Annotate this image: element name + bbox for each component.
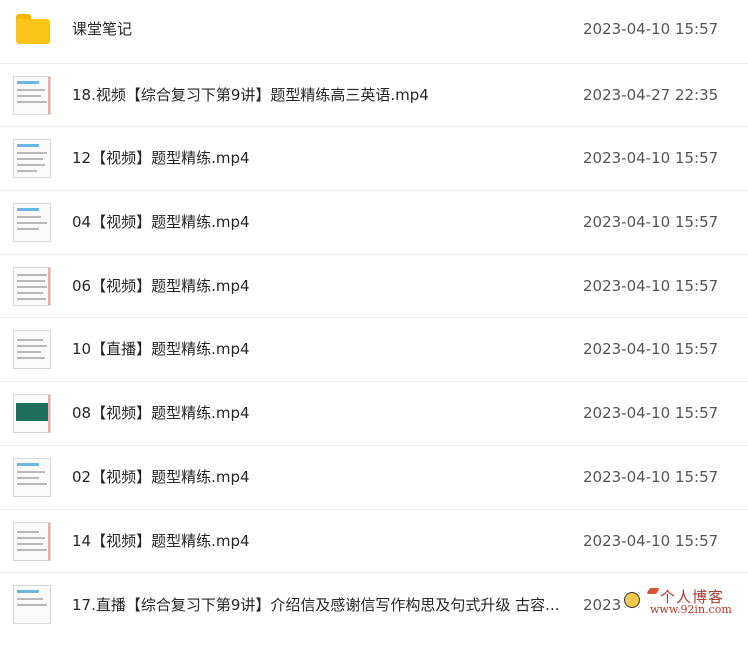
list-item[interactable]: 02【视频】题型精练.mp4 2023-04-10 15:57 (0, 446, 748, 510)
list-item[interactable]: 10【直播】题型精练.mp4 2023-04-10 15:57 (0, 318, 748, 383)
file-date: 2023-04-10 15:57 (583, 149, 719, 168)
file-date: 2023-04-27 22:35 (583, 85, 719, 104)
file-name: 10【直播】题型精练.mp4 (72, 340, 250, 359)
video-thumbnail-icon (13, 139, 51, 179)
video-thumbnail-icon (13, 521, 51, 561)
video-thumbnail-icon (13, 457, 51, 497)
file-date: 2023-04-10 15:57 (583, 276, 719, 295)
file-date: 2023 (583, 596, 622, 615)
bird-icon (646, 588, 660, 594)
file-date: 2023-04-10 15:57 (583, 467, 719, 486)
folder-icon (16, 14, 50, 44)
list-item[interactable]: 08【视频】题型精练.mp4 2023-04-10 15:57 (0, 382, 748, 446)
file-list: 课堂笔记 2023-04-10 15:57 18.视频【综合复习下第9讲】题型精… (0, 0, 748, 637)
watermark-logo: 个人博客 www.92in.com (620, 586, 748, 619)
file-name: 08【视频】题型精练.mp4 (72, 404, 250, 423)
list-item[interactable]: 14【视频】题型精练.mp4 2023-04-10 15:57 (0, 510, 748, 574)
file-name: 课堂笔记 (72, 20, 133, 38)
file-date: 2023-04-10 15:57 (583, 213, 719, 232)
file-name: 06【视频】题型精练.mp4 (72, 276, 250, 295)
file-date: 2023-04-10 15:57 (583, 340, 719, 359)
file-name: 12【视频】题型精练.mp4 (72, 149, 250, 168)
file-name: 02【视频】题型精练.mp4 (72, 467, 250, 486)
watermark-url: www.92in.com (650, 603, 732, 616)
list-item-folder[interactable]: 课堂笔记 2023-04-10 15:57 (0, 0, 748, 64)
file-name: 04【视频】题型精练.mp4 (72, 213, 250, 232)
file-name: 14【视频】题型精练.mp4 (72, 531, 250, 550)
list-item[interactable]: 18.视频【综合复习下第9讲】题型精练高三英语.mp4 2023-04-27 2… (0, 64, 748, 128)
list-item[interactable]: 04【视频】题型精练.mp4 2023-04-10 15:57 (0, 191, 748, 255)
file-date: 2023-04-10 15:57 (583, 20, 719, 38)
avatar-icon (624, 592, 640, 608)
video-thumbnail-icon (13, 330, 51, 370)
file-name: 17.直播【综合复习下第9讲】介绍信及感谢信写作构思及句式升级 古容... (72, 596, 560, 615)
file-date: 2023-04-10 15:57 (583, 531, 719, 550)
video-thumbnail-icon (13, 75, 51, 115)
file-name: 18.视频【综合复习下第9讲】题型精练高三英语.mp4 (72, 85, 429, 104)
video-thumbnail-icon (13, 394, 51, 434)
video-thumbnail-icon (13, 585, 51, 625)
video-thumbnail-icon (13, 266, 51, 306)
list-item[interactable]: 06【视频】题型精练.mp4 2023-04-10 15:57 (0, 255, 748, 319)
video-thumbnail-icon (13, 203, 51, 243)
list-item[interactable]: 12【视频】题型精练.mp4 2023-04-10 15:57 (0, 127, 748, 192)
file-date: 2023-04-10 15:57 (583, 404, 719, 423)
